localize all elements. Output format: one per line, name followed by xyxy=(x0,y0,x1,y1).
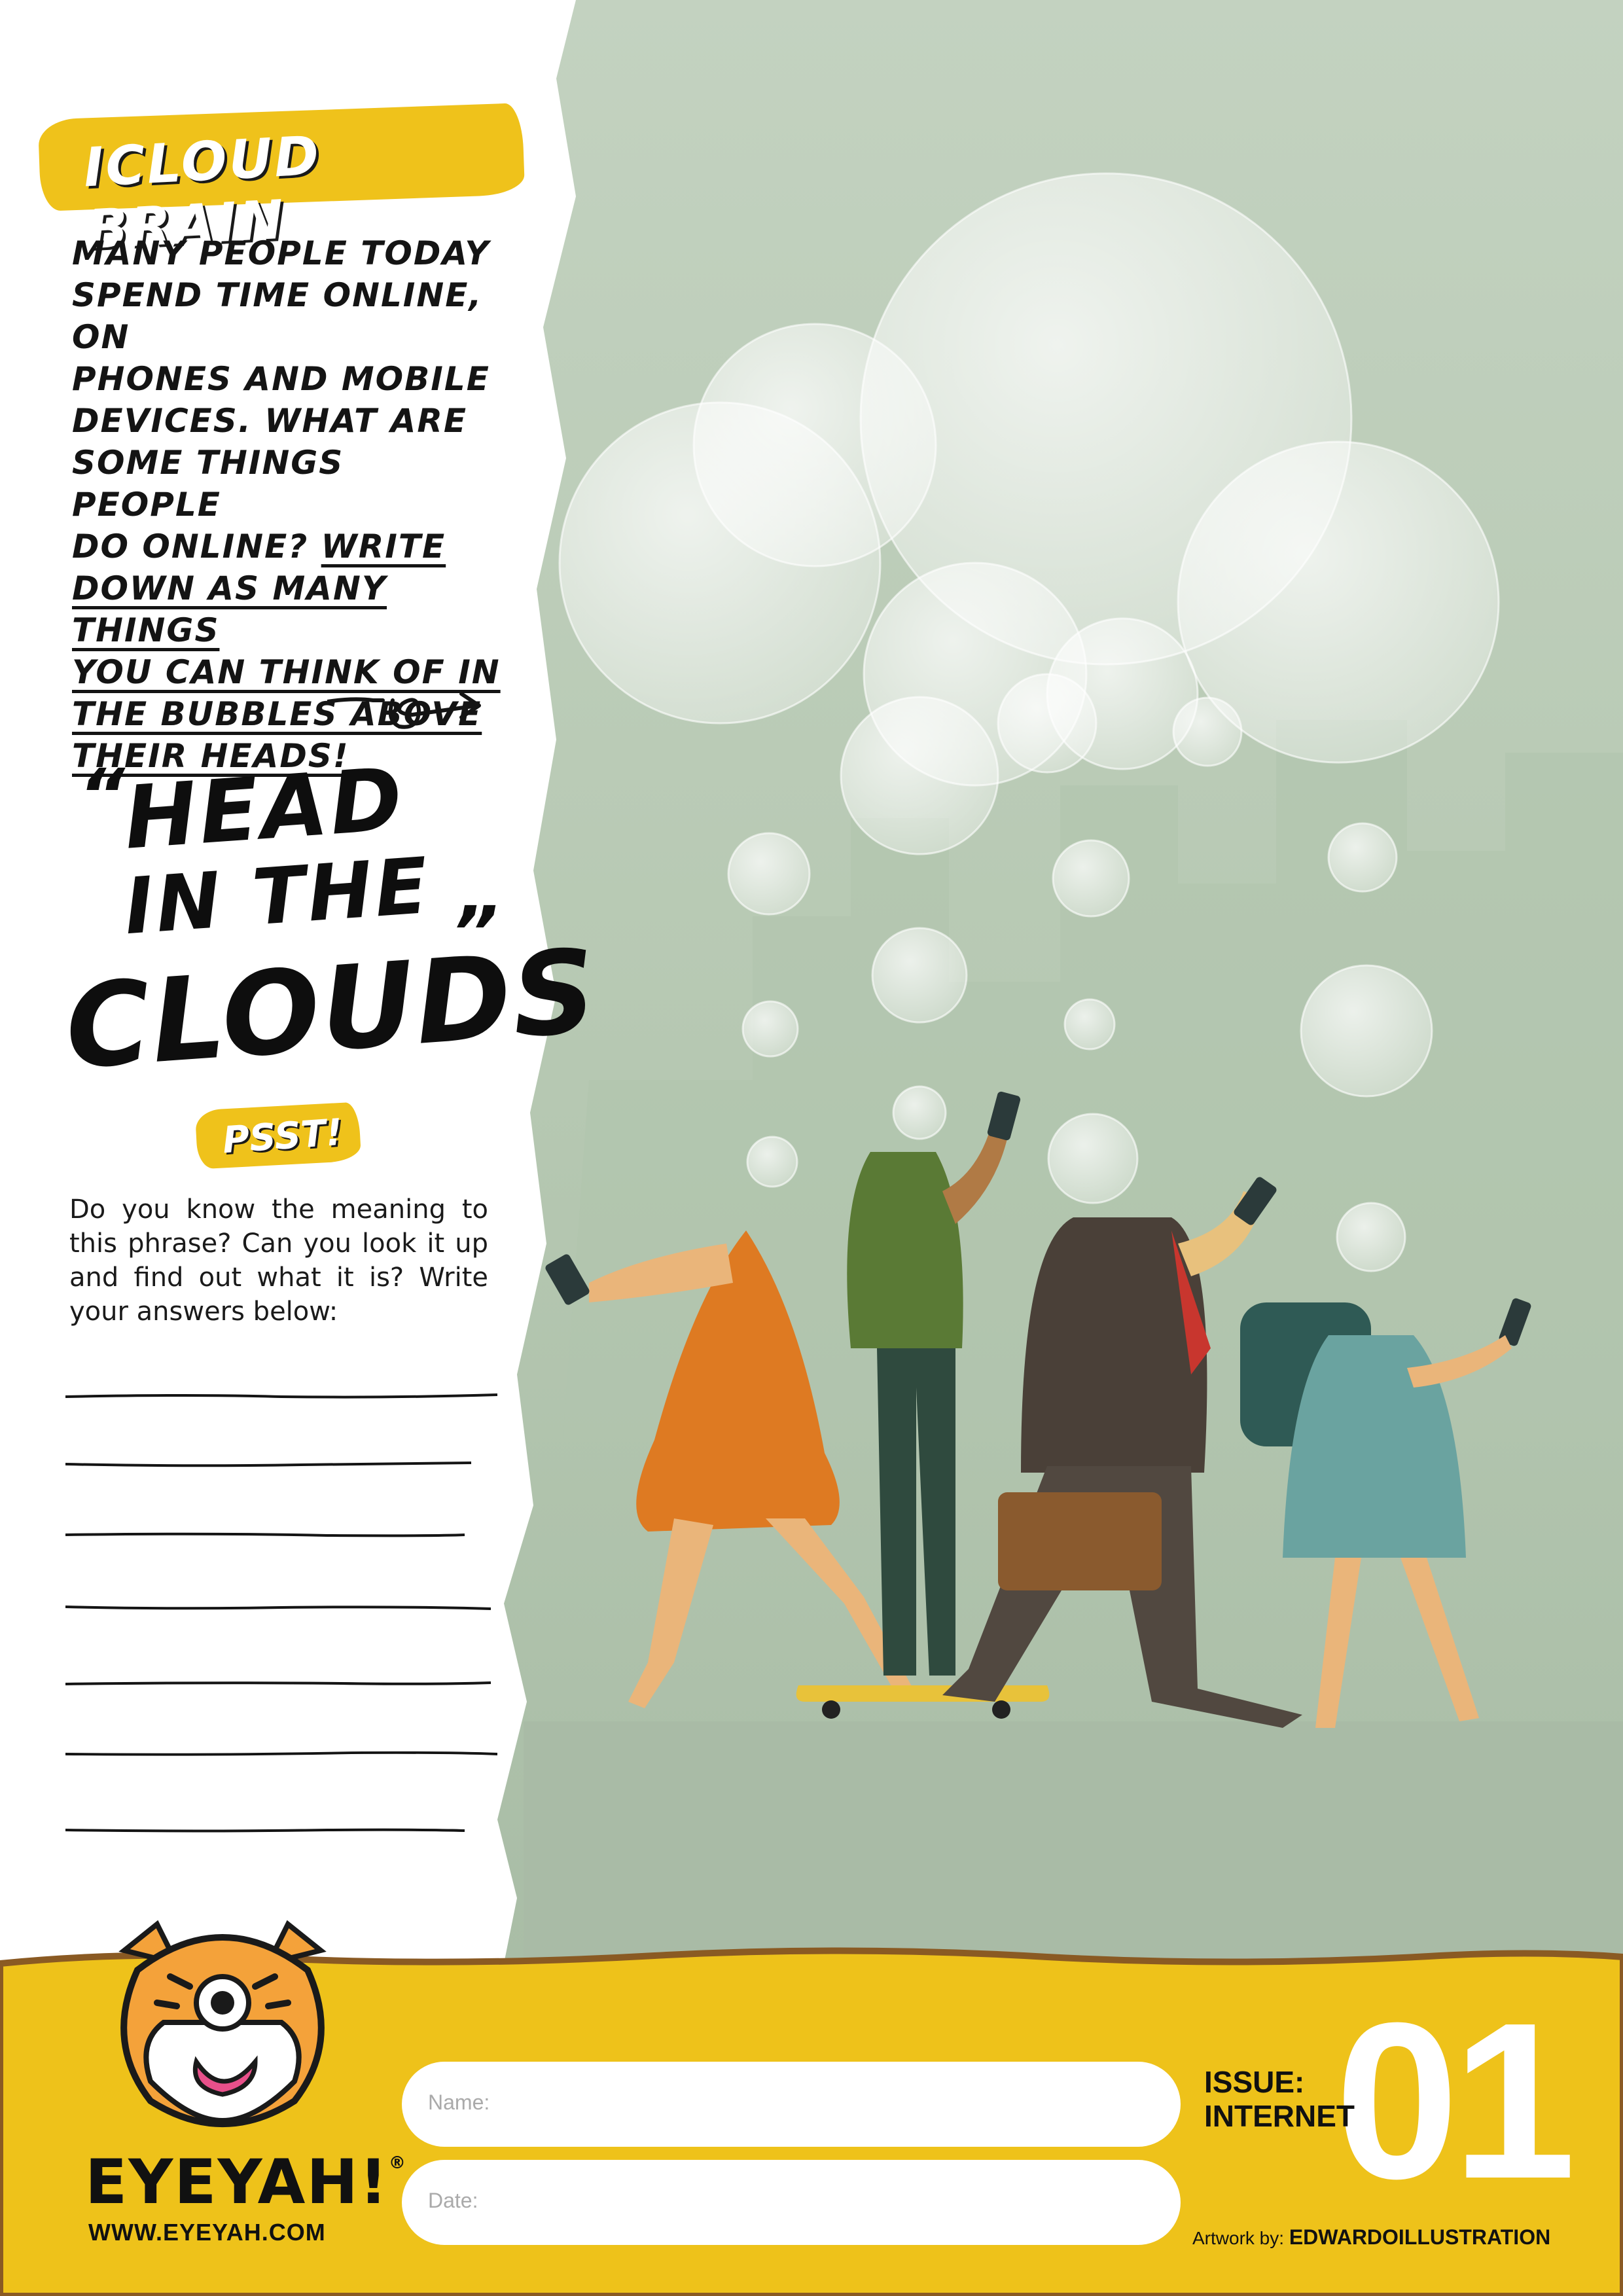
brand-mark: ! xyxy=(359,2147,389,2218)
psst-badge: PSST! xyxy=(194,1102,362,1170)
name-field[interactable]: Name: xyxy=(402,2062,1181,2147)
brand-trademark: ® xyxy=(388,2153,407,2173)
quote-line-3: CLOUDS xyxy=(61,924,601,1096)
quote-open: “ xyxy=(79,753,125,837)
answer-line[interactable] xyxy=(65,1605,497,1611)
answer-line[interactable] xyxy=(65,1462,497,1468)
name-field-label: Name: xyxy=(428,2090,490,2114)
curly-arrow-icon xyxy=(327,692,481,729)
issue-prefix: ISSUE: xyxy=(1204,2065,1305,2099)
date-field[interactable]: Date: xyxy=(402,2160,1181,2245)
intro-line-plain: DO ONLINE? xyxy=(72,528,321,565)
intro-line: DEVICES. WHAT ARE xyxy=(72,402,467,440)
date-field-label: Date: xyxy=(428,2189,478,2212)
issue-number: 01 xyxy=(1335,1977,1576,2225)
intro-line: DO ONLINE? WRITE xyxy=(72,526,504,567)
intro-line: PHONES AND MOBILE xyxy=(72,360,490,398)
answer-line[interactable] xyxy=(65,1532,497,1538)
quote-line-2: IN THE xyxy=(121,840,433,952)
issue-label: ISSUE: INTERNET xyxy=(1204,2065,1355,2133)
intro-line: MANY PEOPLE TODAY xyxy=(72,234,490,272)
credit-artist: EDWARDOILLUSTRATION xyxy=(1289,2225,1551,2249)
brand-name: EYEYAH xyxy=(85,2147,359,2218)
intro-line: DOWN AS MANY THINGS xyxy=(72,569,387,649)
intro-line: SPEND TIME ONLINE, ON xyxy=(72,276,483,356)
intro-line: SOME THINGS PEOPLE xyxy=(72,444,344,524)
brand-url[interactable]: WWW.EYEYAH.COM xyxy=(88,2219,326,2246)
title-badge: ICLOUD BRAIN xyxy=(37,103,526,261)
issue-topic: INTERNET xyxy=(1204,2099,1355,2133)
artwork-credit: Artwork by: EDWARDOILLUSTRATION xyxy=(1192,2225,1550,2250)
answer-line[interactable] xyxy=(65,1751,497,1757)
brand-logo: EYEYAH!® xyxy=(85,2147,407,2218)
question-text: Do you know the meaning to this phrase? … xyxy=(69,1194,488,1327)
answer-line[interactable] xyxy=(65,1393,497,1399)
ground xyxy=(524,1721,1623,1964)
answer-line[interactable] xyxy=(65,1680,497,1687)
intro-line-underlined: WRITE xyxy=(321,528,446,565)
psst-label: PSST! xyxy=(221,1111,344,1162)
tiger-mascot-icon xyxy=(118,1920,327,2127)
credit-prefix: Artwork by: xyxy=(1192,2228,1289,2248)
answer-line[interactable] xyxy=(65,1827,497,1834)
quote-close: ” xyxy=(452,891,498,975)
